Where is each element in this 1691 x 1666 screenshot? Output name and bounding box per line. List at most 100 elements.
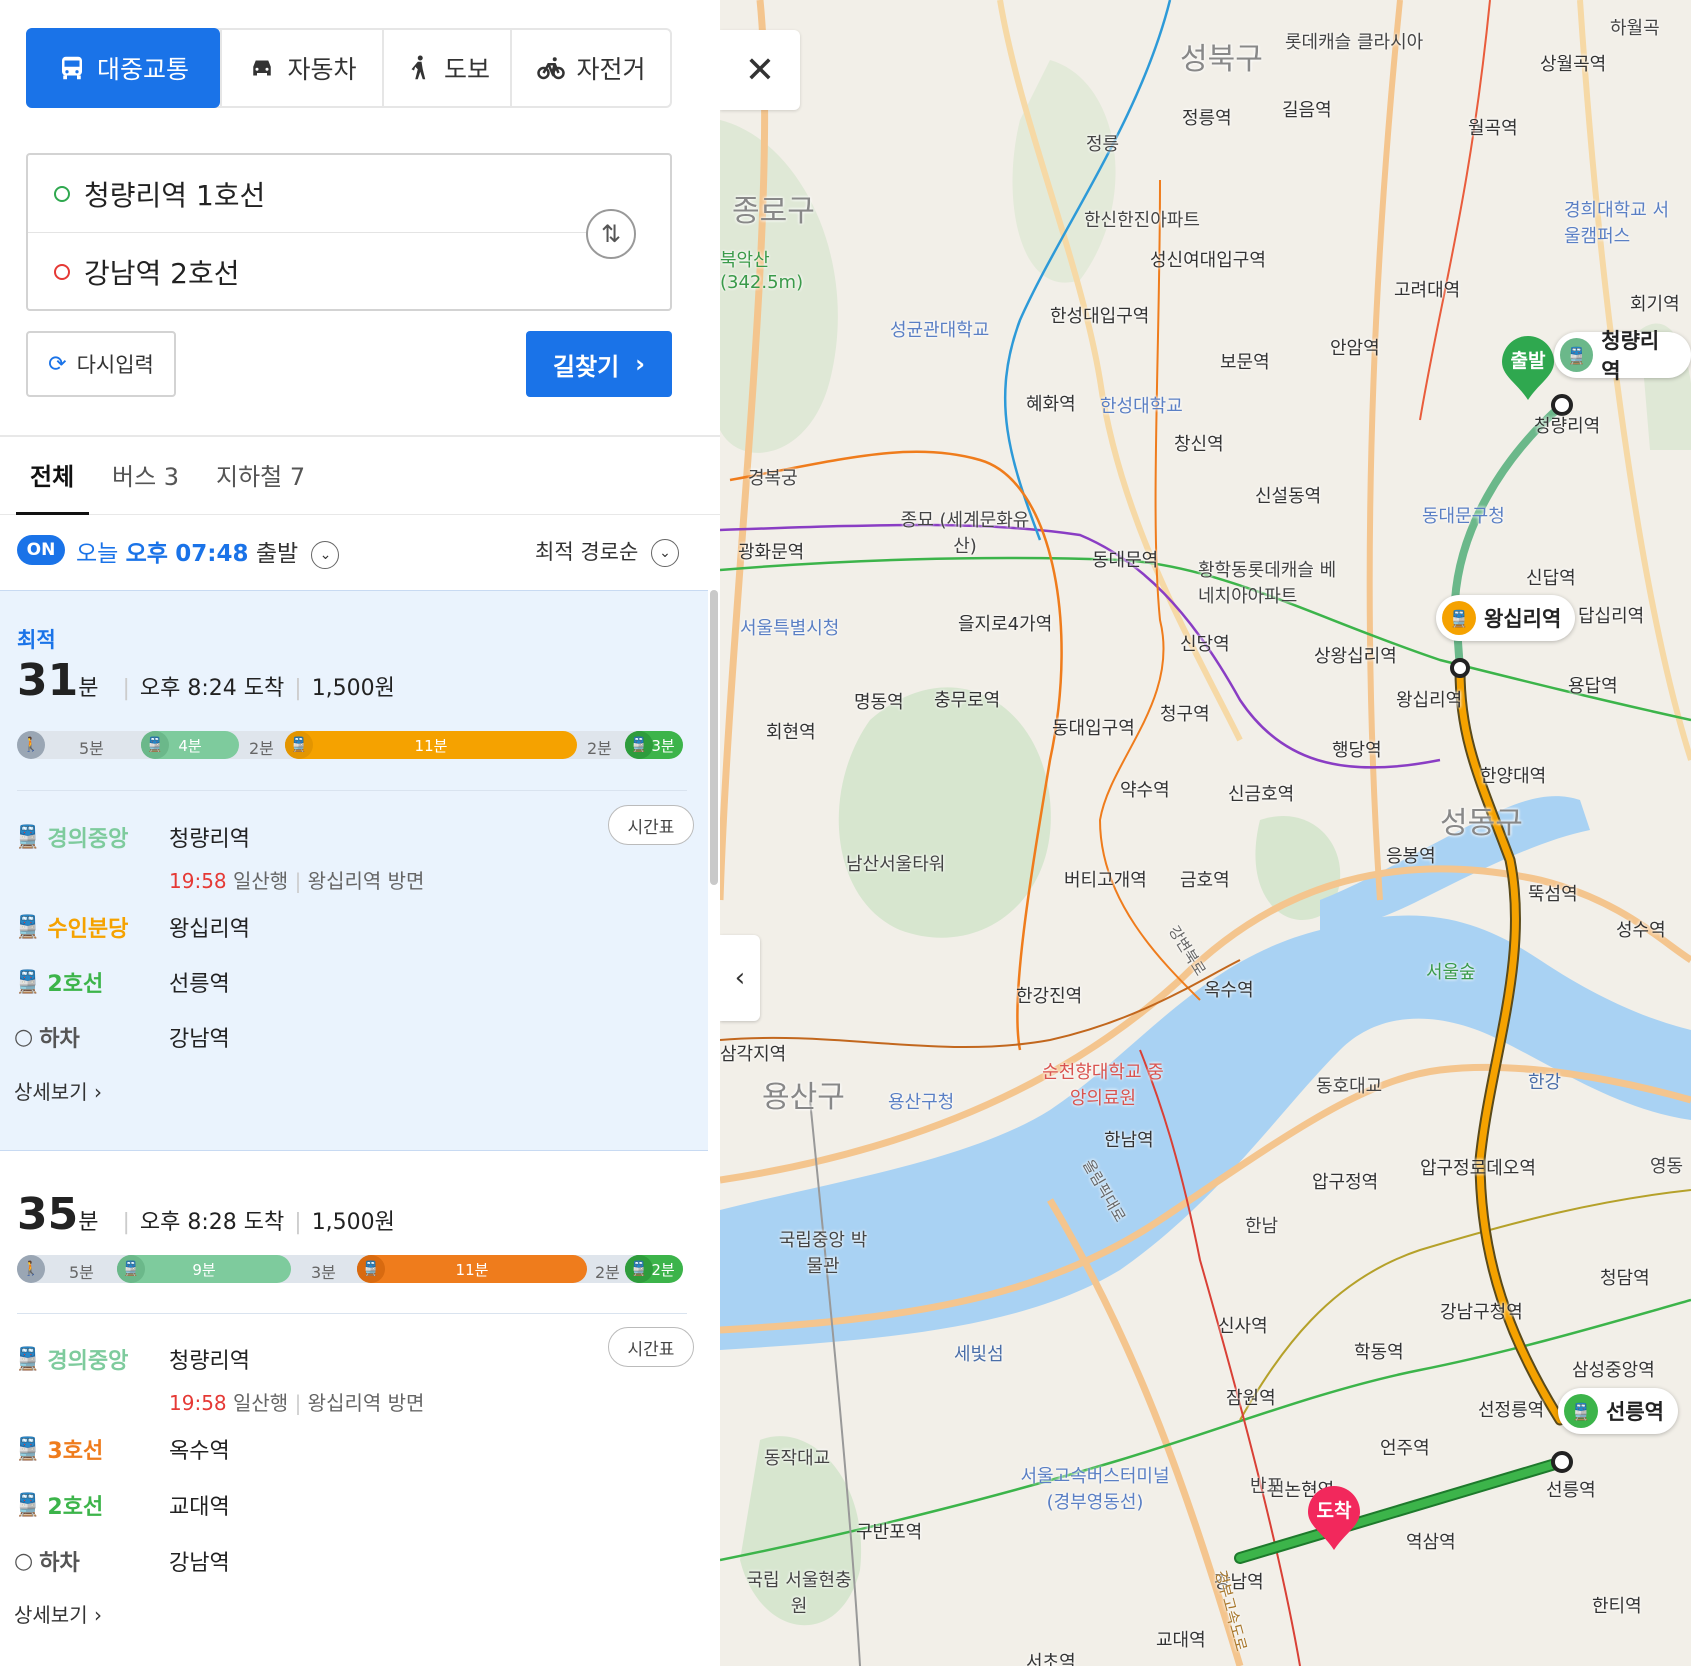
reset-input-button[interactable]: ⟳ 다시입력 <box>26 331 176 397</box>
mode-transit-tab[interactable]: 대중교통 <box>26 28 220 108</box>
origin-field[interactable]: 청량리역 1호선 <box>28 155 588 233</box>
minutes-unit: 분 <box>78 1210 99 1235</box>
map-label: 회현역 <box>766 722 816 743</box>
map-label: 보문역 <box>1220 352 1270 373</box>
find-route-button[interactable]: 길찾기 › <box>526 331 672 397</box>
train-icon: 🚆 <box>14 1436 42 1462</box>
map-label: 청담역 <box>1600 1268 1650 1289</box>
map-label: 응봉역 <box>1386 846 1436 867</box>
map-label: 삼각지역 <box>720 1044 787 1065</box>
results-scrollbar[interactable] <box>710 590 718 885</box>
transfer-station-marker[interactable]: 🚆 왕십리역 <box>1436 595 1576 641</box>
timeline-rail-label: 11분 <box>455 1260 489 1279</box>
train-direction: 왕십리역 방면 <box>307 1391 425 1415</box>
map-label: 금호역 <box>1180 870 1230 891</box>
route-step: 🚆 수인분당 왕십리역 <box>14 911 694 951</box>
map-label: 안암역 <box>1330 338 1380 359</box>
close-route-button[interactable]: ✕ <box>720 30 800 110</box>
timeline-walk-label: 2분 <box>249 739 274 758</box>
route-step: 🚆 3호선 옥수역 <box>14 1433 694 1473</box>
step-station: 선릉역 <box>169 972 230 997</box>
route-result-card[interactable]: 35 분 | 오후 8:28 도착 | 1,500원 🚶 5분 9분 🚆 3분 … <box>0 1150 708 1666</box>
train-icon: 🚆 <box>625 731 653 759</box>
map-label: 신당역 <box>1180 634 1230 655</box>
detail-label: 상세보기 <box>14 1080 88 1104</box>
step-station: 왕십리역 <box>169 917 250 942</box>
map-label: 선정릉역 <box>1478 1400 1545 1421</box>
route-result-card[interactable]: 최적 31 분 | 오후 8:24 도착 | 1,500원 🚶 5분 4분 🚆 … <box>0 590 708 1150</box>
map-label: 고려대역 <box>1394 280 1461 301</box>
timetable-button[interactable]: 시간표 <box>608 805 694 845</box>
step-station: 강남역 <box>169 1551 230 1576</box>
timeline-rail-segment: 11분 <box>357 1255 587 1283</box>
sort-selector[interactable]: 최적 경로순 ⌄ <box>535 536 679 567</box>
map-label: 잠원역 <box>1226 1388 1276 1409</box>
alight-circle-icon: ○ <box>14 1548 34 1574</box>
step-line: ○ 하차 <box>14 1021 80 1053</box>
map-label: 한양대역 <box>1480 766 1547 787</box>
route-input-box: 청량리역 1호선 강남역 2호선 ⇅ <box>26 153 672 311</box>
destination-value: 강남역 2호선 <box>84 257 240 290</box>
map-view[interactable]: ✕ ‹ 성북구 종로구 성동구 용산구 롯데캐슬 클라시아 정릉역 정릉 길음역… <box>720 0 1691 1666</box>
tab-bus[interactable]: 버스 3 <box>112 457 179 492</box>
mode-car-tab[interactable]: 자동차 <box>220 30 382 106</box>
step-line-label: 하차 <box>39 1027 80 1052</box>
swap-route-button[interactable]: ⇅ <box>586 209 636 259</box>
tab-all[interactable]: 전체 <box>30 457 74 492</box>
train-icon: 🚆 <box>117 1255 145 1283</box>
mode-walk-tab[interactable]: 도보 <box>382 30 510 106</box>
step-line: 🚆 3호선 <box>14 1433 103 1465</box>
timeline-rail-label: 3분 <box>651 736 675 755</box>
map-label: 신금호역 <box>1228 784 1295 805</box>
departure-time-selector[interactable]: 오늘 오후 07:48 출발 ⌄ <box>76 534 340 569</box>
map-label: 국립중앙 박물관 <box>778 1230 868 1277</box>
detail-link[interactable]: 상세보기 › <box>14 1599 102 1628</box>
step-line: 🚆 수인분당 <box>14 911 128 943</box>
timetable-button[interactable]: 시간표 <box>608 1327 694 1367</box>
map-label: 서울숲 <box>1426 962 1476 983</box>
map-district-label: 용산구 <box>762 1080 845 1115</box>
end-station-marker[interactable]: 🚆 선릉역 <box>1558 1388 1678 1434</box>
map-label: 충무로역 <box>934 690 1001 711</box>
fare: 1,500원 <box>311 676 395 701</box>
map-label: 상월곡역 <box>1540 54 1607 75</box>
start-station-marker[interactable]: 🚆 청량리역 <box>1554 329 1691 383</box>
train-icon: 🚆 <box>1564 1394 1598 1428</box>
map-label: 정릉역 <box>1182 108 1232 129</box>
step-schedule: 19:58 일산행 | 왕십리역 방면 <box>169 1391 425 1415</box>
chevron-down-icon: ⌄ <box>650 539 679 567</box>
destination-field[interactable]: 강남역 2호선 <box>28 233 588 311</box>
start-pin[interactable]: 출발 <box>1500 336 1556 402</box>
train-icon: 🚆 <box>625 1255 653 1283</box>
map-label: 용답역 <box>1568 676 1618 697</box>
step-line-label: 2호선 <box>47 972 104 997</box>
train-icon: 🚆 <box>14 914 42 940</box>
refresh-icon: ⟳ <box>48 351 67 377</box>
start-station-label: 청량리역 <box>1601 329 1660 383</box>
fare: 1,500원 <box>311 1210 395 1235</box>
route-timeline-bar: 🚶 5분 9분 🚆 3분 11분 🚆 2분 2분 🚆 <box>17 1255 683 1283</box>
train-destination: 일산행 <box>233 869 289 893</box>
departure-suffix: 출발 <box>255 541 299 567</box>
step-station: 청량리역 <box>169 1349 250 1374</box>
map-label: 교대역 <box>1156 1630 1206 1651</box>
chevron-right-icon: › <box>635 350 646 378</box>
train-direction: 왕십리역 방면 <box>307 869 425 893</box>
step-line-label: 하차 <box>39 1551 80 1576</box>
step-station: 강남역 <box>169 1027 230 1052</box>
map-label: 동대입구역 <box>1052 718 1135 739</box>
map-label: 압구정로데오역 <box>1420 1158 1536 1179</box>
next-train-time: 19:58 <box>169 869 227 893</box>
train-icon: 🚆 <box>14 824 42 850</box>
divider <box>17 1313 687 1314</box>
map-label: 성수역 <box>1616 920 1666 941</box>
collapse-panel-button[interactable]: ‹ <box>720 935 760 1021</box>
mode-bike-tab[interactable]: 자전거 <box>510 30 670 106</box>
departure-day: 오늘 <box>76 541 119 567</box>
tab-subway[interactable]: 지하철 7 <box>216 457 305 492</box>
map-label: 북악산 (342.5m) <box>720 250 804 293</box>
map-label: 경복궁 <box>748 468 798 489</box>
end-pin[interactable]: 도착 <box>1306 1486 1362 1552</box>
detail-link[interactable]: 상세보기 › <box>14 1076 102 1105</box>
map-label: 동작대교 <box>764 1448 831 1469</box>
